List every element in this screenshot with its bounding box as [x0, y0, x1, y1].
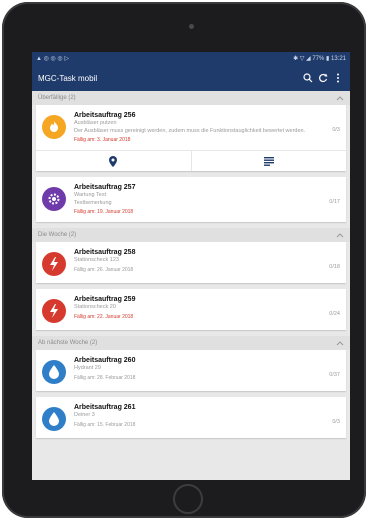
- app-bar: MGC-Task mobil: [32, 65, 350, 91]
- list-icon: [263, 156, 274, 166]
- task-due-date: Fällig am: 3. Januar 2018: [74, 137, 131, 144]
- section-header-overdue[interactable]: Überfällige (2): [32, 91, 350, 105]
- section-label: Ab nächste Woche (2): [38, 340, 98, 347]
- status-left: ▲ ◎ ◎ ◎ ▷: [36, 56, 69, 62]
- map-marker-icon: [109, 155, 118, 167]
- details-button[interactable]: [190, 151, 347, 172]
- task-due-date: Fällig am: 15. Februar 2018: [74, 421, 136, 428]
- task-progress-count: 0/18: [329, 264, 340, 271]
- task-card[interactable]: Arbeitsauftrag 259 Stationscheck 20 Fäll…: [36, 289, 346, 331]
- water-drop-icon: [42, 407, 66, 432]
- task-actions: [36, 150, 347, 172]
- app-screen: ▲ ◎ ◎ ◎ ▷ ✱ ▽ ◢ 77% ▮ 13:21 MGC-Task mob…: [32, 52, 350, 480]
- task-title: Arbeitsauftrag 260: [74, 357, 136, 365]
- task-progress-count: 0/37: [329, 372, 340, 379]
- section-label: Überfällige (2): [38, 95, 76, 101]
- chevron-up-icon: [336, 233, 344, 238]
- lightning-icon: [42, 252, 66, 277]
- task-title: Arbeitsauftrag 257: [74, 184, 136, 192]
- task-due-date: Fällig am: 26. Januar 2018: [74, 266, 134, 273]
- task-card[interactable]: Arbeitsauftrag 257 Wartung Test Textbeme…: [36, 177, 346, 223]
- task-due-date: Fällig am: 22. Januar 2018: [74, 313, 134, 320]
- camera-icon: [189, 24, 194, 29]
- task-progress-count: 0/3: [332, 419, 340, 426]
- overflow-menu-icon[interactable]: [332, 72, 344, 84]
- task-title: Arbeitsauftrag 256: [74, 112, 136, 119]
- task-subtitle: Wartung Test: [74, 192, 107, 199]
- fire-icon: [42, 115, 66, 139]
- chevron-up-icon: [336, 96, 344, 101]
- task-due-date: Fällig am: 19. Januar 2018: [74, 209, 134, 216]
- status-right: ✱ ▽ ◢ 77% ▮ 13:21: [293, 56, 346, 62]
- task-title: Arbeitsauftrag 258: [74, 249, 136, 257]
- chevron-up-icon: [336, 341, 344, 346]
- section-header-week[interactable]: Die Woche (2): [32, 228, 350, 243]
- section-header-next-week[interactable]: Ab nächste Woche (2): [32, 336, 350, 351]
- task-description: Textbemerkung: [74, 199, 112, 206]
- lightning-icon: [42, 299, 66, 324]
- task-card[interactable]: Arbeitsauftrag 258 Stationscheck 123 Fäl…: [36, 242, 346, 284]
- task-title: Arbeitsauftrag 261: [74, 404, 136, 412]
- tablet-frame: ▲ ◎ ◎ ◎ ▷ ✱ ▽ ◢ 77% ▮ 13:21 MGC-Task mob…: [2, 2, 366, 518]
- task-card[interactable]: Arbeitsauftrag 256 Ausbläser putzen Der …: [36, 105, 347, 172]
- task-subtitle: Stationscheck 123: [74, 257, 119, 264]
- gear-icon: [42, 187, 66, 212]
- task-subtitle: Stationscheck 20: [74, 304, 116, 311]
- task-progress-count: 0/17: [329, 199, 340, 206]
- task-due-date: Fällig am: 28. Februar 2018: [74, 374, 136, 381]
- task-description: Der Ausbläser muss gereinigt werden, zud…: [74, 127, 306, 134]
- task-progress-count: 0/3: [332, 127, 340, 133]
- task-subtitle: Hydrant 29: [74, 365, 101, 372]
- task-subtitle: Ausbläser putzen: [74, 120, 117, 126]
- refresh-icon[interactable]: [317, 72, 329, 84]
- status-bar: ▲ ◎ ◎ ◎ ▷ ✱ ▽ ◢ 77% ▮ 13:21: [32, 52, 350, 65]
- home-button[interactable]: [173, 484, 203, 514]
- section-label: Die Woche (2): [38, 232, 77, 239]
- task-card[interactable]: Arbeitsauftrag 260 Hydrant 29 Fällig am:…: [36, 350, 346, 392]
- task-progress-count: 0/24: [329, 311, 340, 318]
- water-drop-icon: [42, 360, 66, 385]
- task-card[interactable]: Arbeitsauftrag 261 Deiner 3 Fällig am: 1…: [36, 397, 346, 439]
- map-marker-button[interactable]: [36, 151, 191, 171]
- search-icon[interactable]: [302, 72, 314, 84]
- task-title: Arbeitsauftrag 259: [74, 296, 136, 304]
- task-subtitle: Deiner 3: [74, 412, 95, 419]
- app-title: MGC-Task mobil: [38, 73, 98, 83]
